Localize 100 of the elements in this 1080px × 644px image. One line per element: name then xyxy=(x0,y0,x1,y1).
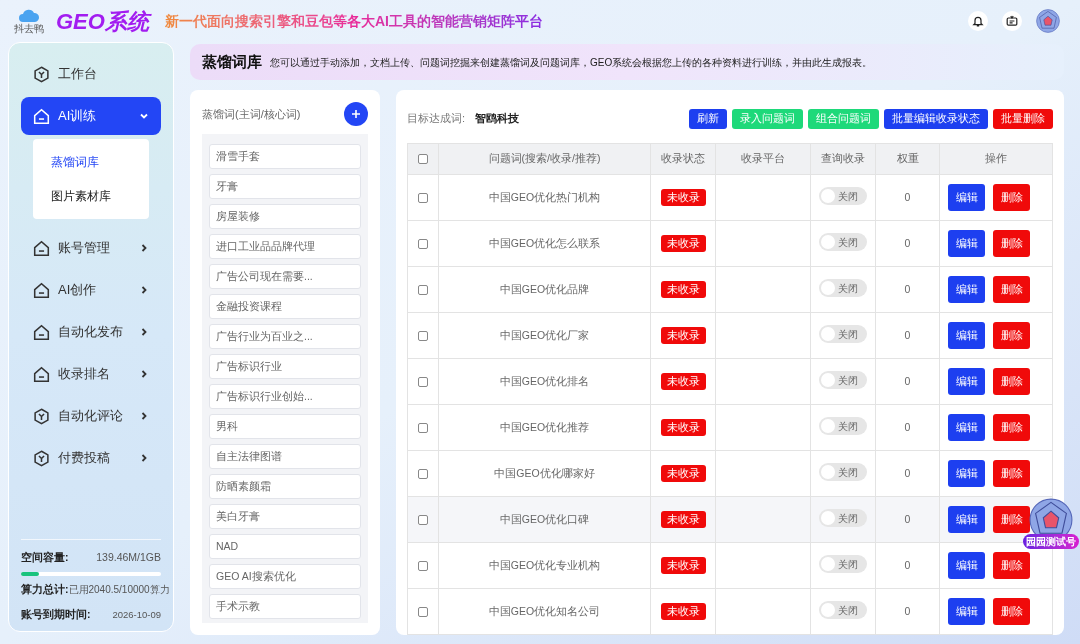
message-button[interactable] xyxy=(1002,11,1022,31)
chevron-right-icon xyxy=(139,453,149,463)
edit-button[interactable]: 编辑 xyxy=(948,230,985,257)
column-header: 收录平台 xyxy=(715,143,811,175)
row-checkbox[interactable] xyxy=(418,514,428,525)
keyword-item[interactable]: 男科 xyxy=(209,414,361,439)
keyword-item[interactable]: 手术示教 xyxy=(209,594,361,619)
hexagon-icon xyxy=(33,65,50,83)
keyword-cell: 中国GEO优化推荐 xyxy=(438,404,651,451)
weight-cell: 0 xyxy=(875,404,940,451)
query-toggle[interactable]: 关闭 xyxy=(819,279,867,298)
status-tag: 未收录 xyxy=(660,510,706,529)
query-toggle[interactable]: 关闭 xyxy=(819,187,867,206)
status-tag: 未收录 xyxy=(660,556,706,575)
query-toggle[interactable]: 关闭 xyxy=(819,601,867,620)
edit-button[interactable]: 编辑 xyxy=(948,506,985,533)
keyword-item[interactable]: 滑雪手套 xyxy=(209,144,361,169)
nav-item[interactable]: 自动化评论 xyxy=(21,397,161,435)
edit-button[interactable]: 编辑 xyxy=(948,368,985,395)
select-all-checkbox[interactable] xyxy=(418,154,428,165)
row-checkbox[interactable] xyxy=(418,468,428,479)
delete-button[interactable]: 删除 xyxy=(993,322,1030,349)
chevron-right-icon xyxy=(139,243,149,253)
chevron-right-icon xyxy=(139,369,149,379)
toolbar-button[interactable]: 刷新 xyxy=(689,108,727,129)
row-checkbox[interactable] xyxy=(418,238,428,249)
keyword-item[interactable]: 金融投资课程 xyxy=(209,294,361,319)
edit-button[interactable]: 编辑 xyxy=(948,552,985,579)
query-toggle[interactable]: 关闭 xyxy=(819,325,867,344)
row-checkbox[interactable] xyxy=(418,330,428,341)
delete-button[interactable]: 删除 xyxy=(993,414,1030,441)
status-tag: 未收录 xyxy=(660,326,706,345)
submenu-item[interactable]: 蒸馏词库 xyxy=(33,145,149,179)
edit-button[interactable]: 编辑 xyxy=(948,184,985,211)
column-header: 权重 xyxy=(875,143,940,175)
chevron-right-icon xyxy=(139,411,149,421)
edit-button[interactable]: 编辑 xyxy=(948,276,985,303)
keyword-item[interactable]: 广告行业为百业之... xyxy=(209,324,361,349)
query-toggle[interactable]: 关闭 xyxy=(819,233,867,252)
query-toggle[interactable]: 关闭 xyxy=(819,463,867,482)
delete-button[interactable]: 删除 xyxy=(993,506,1030,533)
house-icon xyxy=(33,107,50,125)
row-checkbox[interactable] xyxy=(418,376,428,387)
nav-item[interactable]: 账号管理 xyxy=(21,229,161,267)
edit-button[interactable]: 编辑 xyxy=(948,322,985,349)
status-tag: 未收录 xyxy=(660,372,706,391)
keyword-item[interactable]: 牙膏 xyxy=(209,174,361,199)
delete-button[interactable]: 删除 xyxy=(993,230,1030,257)
row-checkbox[interactable] xyxy=(418,606,428,617)
keyword-item[interactable]: 防晒素颜霜 xyxy=(209,474,361,499)
delete-button[interactable]: 删除 xyxy=(993,460,1030,487)
toolbar-button[interactable]: 批量删除 xyxy=(993,108,1053,129)
row-checkbox[interactable] xyxy=(418,192,428,203)
edit-button[interactable]: 编辑 xyxy=(948,460,985,487)
nav-item[interactable]: 自动化发布 xyxy=(21,313,161,351)
nav-item[interactable]: AI训练 xyxy=(21,97,161,135)
column-header: 问题词(搜索/收录/推荐) xyxy=(438,143,651,175)
avatar xyxy=(1036,9,1060,33)
status-tag: 未收录 xyxy=(660,602,706,621)
weight-cell: 0 xyxy=(875,588,940,635)
delete-button[interactable]: 删除 xyxy=(993,368,1030,395)
nav-item[interactable]: 付费投稿 xyxy=(21,439,161,477)
keyword-item[interactable]: NAD xyxy=(209,534,361,559)
status-tag: 未收录 xyxy=(660,234,706,253)
delete-button[interactable]: 删除 xyxy=(993,184,1030,211)
query-toggle[interactable]: 关闭 xyxy=(819,509,867,528)
query-toggle[interactable]: 关闭 xyxy=(819,371,867,390)
nav-item[interactable]: AI创作 xyxy=(21,271,161,309)
keyword-item[interactable]: GEO AI搜索优化 xyxy=(209,564,361,589)
edit-button[interactable]: 编辑 xyxy=(948,414,985,441)
delete-button[interactable]: 删除 xyxy=(993,276,1030,303)
keyword-cell: 中国GEO优化厂家 xyxy=(438,312,651,359)
column-header: 查询收录 xyxy=(810,143,876,175)
keyword-cell: 中国GEO优化口碑 xyxy=(438,496,651,543)
edit-button[interactable]: 编辑 xyxy=(948,598,985,625)
nav-item[interactable]: 收录排名 xyxy=(21,355,161,393)
column-header: 操作 xyxy=(939,143,1053,175)
keyword-item[interactable]: 美白牙膏 xyxy=(209,504,361,529)
row-checkbox[interactable] xyxy=(418,284,428,295)
row-checkbox[interactable] xyxy=(418,422,428,433)
keyword-cell: 中国GEO优化怎么联系 xyxy=(438,220,651,267)
delete-button[interactable]: 删除 xyxy=(993,552,1030,579)
house-icon xyxy=(33,239,50,257)
submenu-item[interactable]: 图片素材库 xyxy=(33,179,149,213)
toolbar-button[interactable]: 批量编辑收录状态 xyxy=(884,108,988,129)
keyword-item[interactable]: 广告公司现在需要... xyxy=(209,264,361,289)
panel-title: 蒸馏词(主词/核心词) xyxy=(202,106,301,122)
notification-button[interactable] xyxy=(968,11,988,31)
keyword-item[interactable]: 广告标识行业 xyxy=(209,354,361,379)
row-checkbox[interactable] xyxy=(418,560,428,571)
keyword-item[interactable]: 房屋装修 xyxy=(209,204,361,229)
status-tag: 未收录 xyxy=(660,418,706,437)
query-toggle[interactable]: 关闭 xyxy=(819,417,867,436)
delete-button[interactable]: 删除 xyxy=(993,598,1030,625)
query-toggle[interactable]: 关闭 xyxy=(819,555,867,574)
keyword-item[interactable]: 广告标识行业创始... xyxy=(209,384,361,409)
add-button[interactable] xyxy=(344,102,368,126)
keyword-item[interactable]: 自主法律图谱 xyxy=(209,444,361,469)
keyword-item[interactable]: 进口工业品品牌代理 xyxy=(209,234,361,259)
nav-item[interactable]: 工作台 xyxy=(21,55,161,93)
